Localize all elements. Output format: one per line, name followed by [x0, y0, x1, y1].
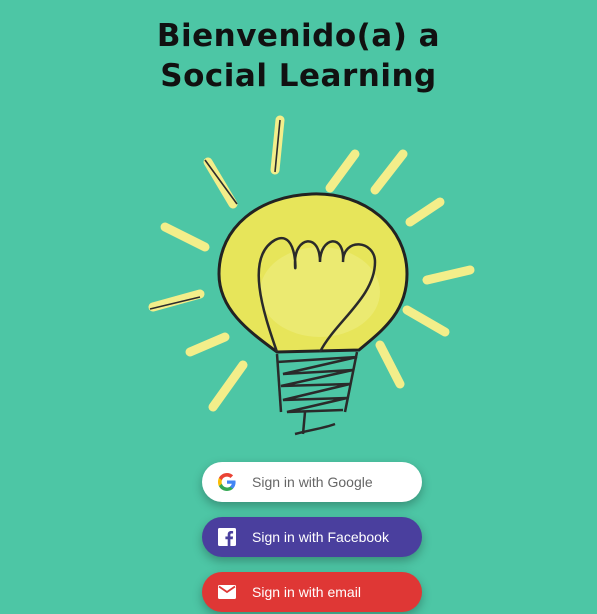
sign-in-email-button[interactable]: Sign in with email	[202, 572, 422, 612]
page-title: Bienvenido(a) a Social Learning	[0, 16, 597, 96]
facebook-button-label: Sign in with Facebook	[252, 529, 389, 545]
facebook-icon	[218, 528, 236, 546]
bulb-base	[275, 351, 359, 436]
email-button-label: Sign in with email	[252, 584, 361, 600]
lightbulb-illustration	[148, 115, 475, 436]
sign-in-google-button[interactable]: Sign in with Google	[202, 462, 422, 502]
google-icon	[218, 473, 236, 491]
title-line-1: Bienvenido(a) a	[156, 18, 441, 54]
google-button-label: Sign in with Google	[252, 474, 373, 490]
title-line-2: Social Learning	[160, 58, 437, 94]
sign-in-facebook-button[interactable]: Sign in with Facebook	[202, 517, 422, 557]
mail-icon	[218, 583, 236, 601]
